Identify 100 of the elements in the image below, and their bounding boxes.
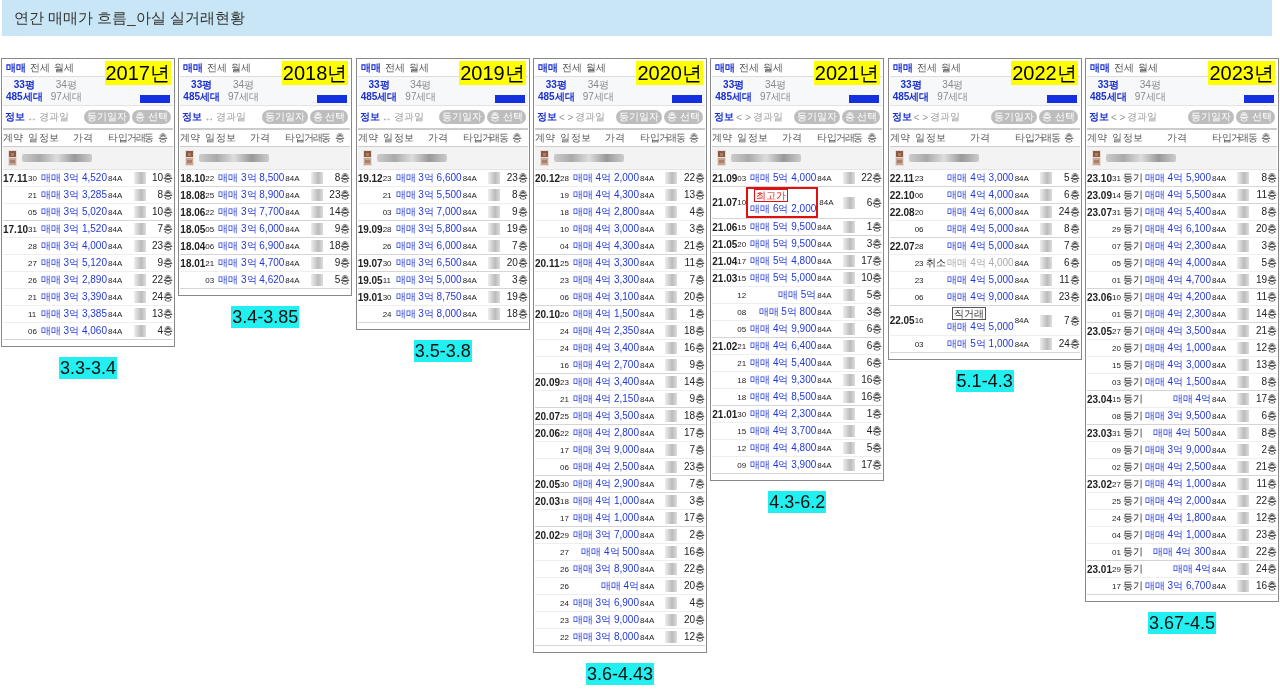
area-option[interactable]: 34평 97세대 xyxy=(760,79,792,103)
price-link[interactable]: 매매 5억 1,000 xyxy=(947,337,1014,351)
column-header[interactable]: 가격 xyxy=(73,131,93,145)
price-link[interactable]: 매매 4억 9,900 xyxy=(750,322,817,336)
price-link[interactable]: 매매 4억 2,300 xyxy=(1144,307,1211,321)
price-link[interactable]: 매매 4억 3,500 xyxy=(572,409,639,423)
deal-tab[interactable]: 매매 xyxy=(538,60,558,75)
deal-tab[interactable]: 매매 xyxy=(6,60,26,75)
price-link[interactable]: 매매 4억 3,500 xyxy=(1144,324,1211,338)
price-link[interactable]: 매매 4억 3,400 xyxy=(572,341,639,355)
deal-tab[interactable]: 전세 xyxy=(1113,60,1134,75)
price-link[interactable]: 매매 3억 1,520 xyxy=(40,222,107,236)
price-link[interactable]: 매매 4억 2,800 xyxy=(572,205,639,219)
area-option[interactable]: 33평 485세대 xyxy=(1089,79,1127,103)
price-link[interactable]: 매매 3억 5,800 xyxy=(395,222,462,236)
price-link[interactable]: 매매 4억 3,100 xyxy=(572,290,639,304)
area-option[interactable]: 33평 485세대 xyxy=(6,79,43,103)
price-link[interactable]: 매매 3억 6,500 xyxy=(395,256,462,270)
price-link[interactable]: 매매 3억 3,385 xyxy=(40,307,107,321)
deal-tab[interactable]: 월세 xyxy=(408,60,429,75)
area-option[interactable]: 34평 97세대 xyxy=(582,79,614,103)
area-option[interactable]: 34평 97세대 xyxy=(937,79,969,103)
info-link[interactable]: 정보 xyxy=(359,110,380,124)
price-link[interactable]: 매매 4억 5,900 xyxy=(1144,171,1211,185)
price-link[interactable]: 매매 3억 5,000 xyxy=(395,273,462,287)
price-link[interactable]: 매매 5억 xyxy=(777,288,817,302)
price-link[interactable]: 매매 4억 2,150 xyxy=(572,392,639,406)
action-button[interactable] xyxy=(1046,95,1077,103)
deal-tab[interactable]: 월세 xyxy=(1137,60,1158,75)
price-link[interactable]: 매매 6억 2,000 xyxy=(750,202,817,216)
info-link[interactable]: 정보 xyxy=(537,110,557,124)
price-link[interactable]: 매매 5억 4,000 xyxy=(750,171,817,185)
area-option[interactable]: 34평 97세대 xyxy=(405,79,437,103)
area-option[interactable]: 33평 485세대 xyxy=(892,79,930,103)
price-link[interactable]: 매매 4억 1,000 xyxy=(572,511,639,525)
price-link[interactable]: 매매 3억 8,000 xyxy=(572,630,639,644)
price-link[interactable]: 매매 4억 xyxy=(600,579,639,593)
price-link[interactable]: 매매 4억 2,350 xyxy=(572,324,639,338)
price-link[interactable]: 매매 3억 4,000 xyxy=(40,239,107,253)
price-link[interactable]: 매매 4억 3,400 xyxy=(572,375,639,389)
price-link[interactable]: 매매 4억 2,800 xyxy=(572,426,639,440)
price-link[interactable]: 매매 3억 7,700 xyxy=(218,205,285,219)
info-link[interactable]: 정보 xyxy=(5,110,25,124)
column-header[interactable]: 가격 xyxy=(969,131,990,145)
price-link[interactable]: 매매 4억 2,500 xyxy=(572,460,639,474)
price-link[interactable]: 매매 4억 4,200 xyxy=(1144,290,1211,304)
column-header[interactable]: 가격 xyxy=(605,131,625,145)
column-header[interactable]: 가격 xyxy=(1166,131,1187,145)
price-link[interactable]: 매매 3억 6,900 xyxy=(572,596,639,610)
area-option[interactable]: 34평 97세대 xyxy=(50,79,82,103)
info-link[interactable]: 정보 xyxy=(714,110,735,124)
price-link[interactable]: 매매 3억 6,900 xyxy=(218,239,285,253)
price-link[interactable]: 매매 3억 9,000 xyxy=(572,443,639,457)
price-link[interactable]: 매매 3억 3,285 xyxy=(40,188,107,202)
price-link[interactable]: 매매 4억 4,300 xyxy=(572,239,639,253)
column-header[interactable]: 가격 xyxy=(427,131,448,145)
column-header[interactable]: 가격 xyxy=(782,131,803,145)
price-link[interactable]: 매매 3억 8,500 xyxy=(218,171,285,185)
deal-tab[interactable]: 매매 xyxy=(360,60,381,75)
price-link[interactable]: 매매 4억 1,500 xyxy=(1144,375,1211,389)
price-link[interactable]: 매매 3억 4,060 xyxy=(40,324,107,338)
price-link[interactable]: 매매 4억 1,000 xyxy=(1144,341,1211,355)
price-link[interactable]: 매매 4억 2,300 xyxy=(750,407,817,421)
price-link[interactable]: 매매 3억 6,600 xyxy=(395,171,462,185)
deal-tab[interactable]: 전세 xyxy=(384,60,405,75)
price-link[interactable]: 매매 4억 1,000 xyxy=(572,494,639,508)
price-link[interactable]: 매매 4억 4,700 xyxy=(1144,273,1211,287)
price-link[interactable]: 매매 3억 4,620 xyxy=(218,273,285,287)
price-link[interactable]: 매매 3억 9,000 xyxy=(1144,443,1211,457)
price-link[interactable]: 매매 4억 6,400 xyxy=(750,339,817,353)
action-button[interactable] xyxy=(494,95,525,103)
price-link[interactable]: 매매 4억 300 xyxy=(1153,545,1211,559)
deal-tab[interactable]: 월세 xyxy=(54,60,74,75)
area-option[interactable]: 34평 97세대 xyxy=(1134,79,1166,103)
price-link[interactable]: 매매 4억 3,300 xyxy=(572,273,639,287)
action-button[interactable] xyxy=(317,95,348,103)
price-link[interactable]: 매매 4억 xyxy=(1172,392,1211,406)
deal-tab[interactable]: 매매 xyxy=(715,60,736,75)
price-link[interactable]: 매매 4억 1,500 xyxy=(572,307,639,321)
price-link[interactable]: 매매 3억 8,900 xyxy=(218,188,285,202)
price-link[interactable]: 매매 5억 800 xyxy=(758,305,817,319)
deal-tab[interactable]: 월세 xyxy=(586,60,606,75)
price-link[interactable]: 매매 4억 2,500 xyxy=(1144,460,1211,474)
deal-tab[interactable]: 월세 xyxy=(763,60,784,75)
area-option[interactable]: 33평 485세대 xyxy=(715,79,752,103)
price-link[interactable]: 매매 3억 5,120 xyxy=(40,256,107,270)
price-link[interactable]: 매매 3억 6,000 xyxy=(218,222,285,236)
column-header[interactable]: 가격 xyxy=(250,131,271,145)
deal-tab[interactable]: 전세 xyxy=(916,60,937,75)
price-link[interactable]: 매매 4억 1,000 xyxy=(1144,528,1211,542)
price-link[interactable]: 매매 4억 5,400 xyxy=(1144,205,1211,219)
price-link[interactable]: 매매 4억 8,500 xyxy=(750,390,817,404)
price-link[interactable]: 매매 5억 5,000 xyxy=(750,271,817,285)
info-link[interactable]: 정보 xyxy=(182,110,203,124)
price-link[interactable]: 매매 4억 3,300 xyxy=(572,256,639,270)
price-link[interactable]: 매매 4억 4,000 xyxy=(947,188,1014,202)
price-link[interactable]: 매매 4억 2,900 xyxy=(572,477,639,491)
price-link[interactable]: 매매 4억 3,900 xyxy=(750,458,817,472)
price-link[interactable]: 매매 4억 500 xyxy=(1153,426,1211,440)
price-link[interactable]: 매매 4억 9,000 xyxy=(947,290,1014,304)
